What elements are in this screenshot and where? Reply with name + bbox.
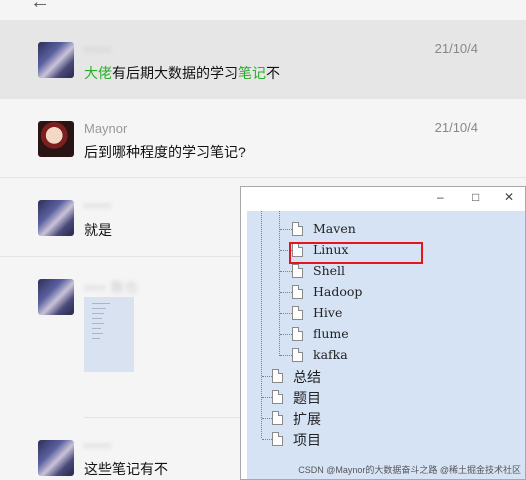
- back-arrow-icon[interactable]: ←: [30, 0, 50, 14]
- file-label: Shell: [313, 263, 346, 278]
- avatar: [38, 121, 74, 157]
- sender-name: •••••: [84, 198, 112, 213]
- avatar: [38, 279, 74, 315]
- file-label: flume: [313, 326, 349, 341]
- file-tree-window: – □ ✕ Maven Linux Shell Hadoop Hive flum…: [240, 186, 526, 480]
- avatar: [38, 200, 74, 236]
- folder-label: 项目: [293, 432, 321, 448]
- image-thumbnail[interactable]: [84, 297, 134, 372]
- chat-item[interactable]: Maynor 21/10/4 后到哪种程度的学习笔记?: [0, 99, 526, 178]
- file-icon: [272, 411, 283, 425]
- tree-line: [261, 211, 262, 438]
- file-icon: [272, 432, 283, 446]
- folder-label: 题目: [293, 390, 321, 406]
- message-text: 这些笔记有不: [84, 461, 168, 477]
- file-label: Hadoop: [313, 284, 363, 299]
- message-text: 后到哪种程度的学习笔记?: [84, 144, 246, 160]
- file-icon: [272, 369, 283, 383]
- folder-label: 总结: [293, 369, 321, 385]
- window-titlebar: – □ ✕: [241, 187, 525, 211]
- file-icon: [292, 327, 303, 341]
- maximize-icon[interactable]: □: [472, 190, 479, 204]
- message-date: 21/10/4: [434, 41, 478, 56]
- highlight-box: [289, 242, 423, 264]
- message-text: 就是: [84, 222, 112, 238]
- close-icon[interactable]: ✕: [504, 190, 514, 204]
- message-text-part: 有后期大数据的学习: [112, 65, 238, 81]
- sender-name: •••• 数仓: [84, 280, 139, 295]
- file-icon: [272, 390, 283, 404]
- file-icon: [292, 264, 303, 278]
- avatar: [38, 440, 74, 476]
- message-text: 大佬有后期大数据的学习笔记不: [84, 63, 280, 83]
- sender-name: Maynor: [84, 121, 128, 136]
- message-date: 21/10/4: [434, 120, 478, 135]
- sender-name: •••••: [84, 438, 112, 453]
- minimize-icon[interactable]: –: [437, 190, 444, 204]
- sender-name: •••••: [84, 42, 112, 57]
- file-label: kafka: [313, 347, 348, 362]
- top-bar: ←: [0, 0, 526, 20]
- avatar: [38, 42, 74, 78]
- highlight-text: 大佬: [84, 65, 112, 81]
- message-text-part: 不: [266, 65, 280, 81]
- watermark: CSDN @Maynor的大数据奋斗之路 @稀土掘金技术社区: [298, 465, 521, 475]
- file-icon: [292, 348, 303, 362]
- chat-item[interactable]: ••••• 21/10/4 大佬有后期大数据的学习笔记不: [0, 20, 526, 99]
- highlight-text: 笔记: [238, 65, 266, 81]
- file-label: Hive: [313, 305, 343, 320]
- file-icon: [292, 306, 303, 320]
- file-label: Maven: [313, 221, 356, 236]
- file-icon: [292, 222, 303, 236]
- folder-tree: Maven Linux Shell Hadoop Hive flume kafk…: [247, 211, 525, 479]
- folder-label: 扩展: [293, 411, 321, 427]
- file-icon: [292, 285, 303, 299]
